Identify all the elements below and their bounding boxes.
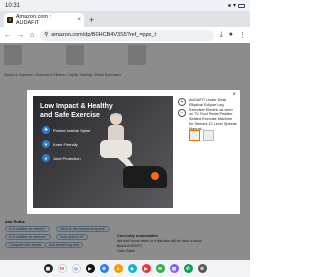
files-icon[interactable]: ▤ [169,264,179,273]
notification-icon [227,4,231,7]
menu-icon[interactable]: ⋮ [239,31,246,39]
zoom-in-icon[interactable]: + [178,98,186,106]
bullet-text: Joint Protection [53,155,81,161]
product-hero-image[interactable]: Low Impact & Healthy and Safe Exercise ✚… [33,96,173,208]
url-bar-row: ← → ⌂ ⚲ amazon.com/dp/B0HCB4V3S5?ref_=pp… [0,27,250,43]
grid-app-icon[interactable]: ▦ [43,264,53,273]
maps-icon[interactable]: ◆ [127,264,137,273]
close-tab-icon[interactable]: × [77,17,81,23]
amazon-app-icon[interactable]: a [113,264,123,273]
product-title: AUDAFIT Under Desk Elliptical Eclipse Le… [189,98,237,131]
browser-tab[interactable]: a Amazon.com : AUDAFIT × [4,13,84,27]
gallery-thumbnail[interactable] [203,130,214,141]
back-icon[interactable]: ← [4,32,11,39]
download-icon[interactable]: ⤓ [220,31,223,39]
settings-icon[interactable]: ⚙ [197,264,207,273]
amazon-favicon: a [7,17,13,23]
wifi-icon: ▾ [232,3,236,9]
tab-strip: a Amazon.com : AUDAFIT × + [0,11,250,27]
thumbnail-list [189,130,214,141]
pedal-machine [123,166,167,188]
zoom-controls: + − [178,98,186,117]
app-dock: ▦ M ◎ ▶ ✿ a ◆ ▶ ✉ ▤ ✆ ⚙ [0,260,250,277]
mic-icon[interactable]: ● [229,31,233,39]
photos-icon[interactable]: ✿ [99,264,109,273]
home-icon[interactable]: ⌂ [30,32,34,39]
gallery-thumbnail[interactable] [189,130,200,141]
zoom-out-icon[interactable]: − [178,109,186,117]
youtube-icon[interactable]: ▶ [141,264,151,273]
bullet-text: Protect lumbar Spine [53,127,91,133]
hero-bullet: ● Joint Protection [42,154,90,162]
gmail-icon[interactable]: M [57,264,67,273]
address-text: amazon.com/dp/B0HCB4V3S5?ref_=ppx_t [51,32,156,38]
hero-bullet: ✚ Protect lumbar Spine [42,126,90,134]
bullet-text: Knee Friendly [53,141,78,147]
hero-bullet: ♥ Knee Friendly [42,140,90,148]
status-icons: ▾ [227,2,245,9]
knee-icon: ♥ [42,140,50,148]
hero-bullets: ✚ Protect lumbar Spine ♥ Knee Friendly ●… [42,126,90,168]
phone-icon[interactable]: ✆ [183,264,193,273]
play-store-icon[interactable]: ▶ [85,264,95,273]
forward-icon[interactable]: → [17,32,24,39]
clock: 10:31 [5,2,21,9]
image-gallery-modal: × Low Impact & Healthy and Safe Exercise… [27,90,240,214]
spine-icon: ✚ [42,126,50,134]
battery-icon [238,3,245,8]
address-bar[interactable]: ⚲ amazon.com/dp/B0HCB4V3S5?ref_=ppx_t [40,29,214,41]
tab-title: Amazon.com : AUDAFIT [15,14,52,26]
status-bar: 10:31 ▾ [0,0,250,11]
chrome-icon[interactable]: ◎ [71,264,81,273]
new-tab-icon[interactable]: + [89,15,94,27]
toolbar-icons: ⤓ ● ⋮ [220,31,246,39]
joint-icon: ● [42,154,50,162]
site-info-icon[interactable]: ⚲ [44,32,48,38]
messages-icon[interactable]: ✉ [155,264,165,273]
